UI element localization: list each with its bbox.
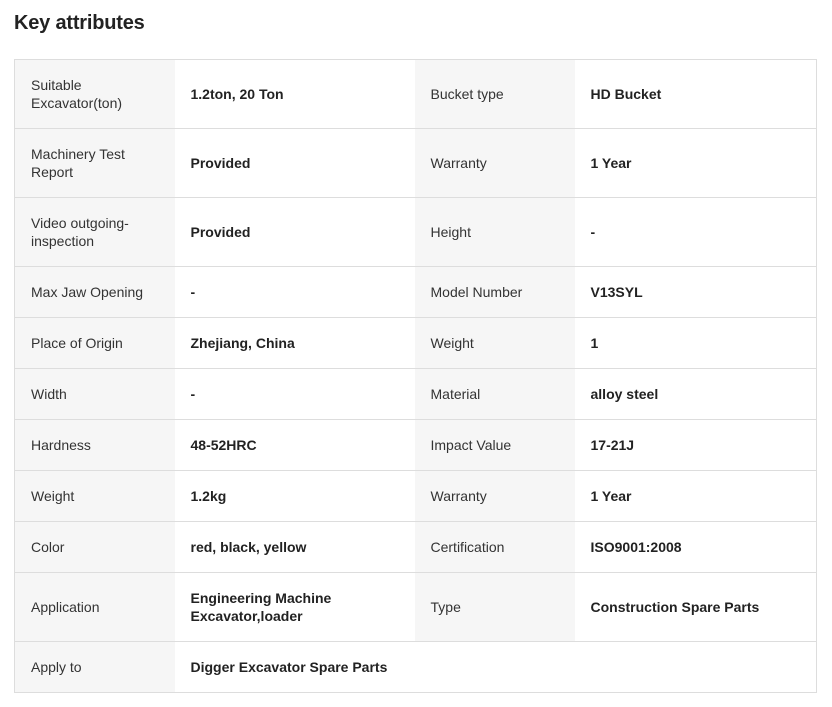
attribute-value: HD Bucket [574,59,817,129]
page-title: Key attributes [14,12,145,34]
attribute-label: Model Number [414,266,575,318]
table-row: Suitable Excavator(ton) 1.2ton, 20 Ton B… [14,59,817,129]
attribute-label: Apply to [14,641,175,693]
attribute-value: 17-21J [574,419,817,471]
attribute-value: 48-52HRC [174,419,415,471]
table-row: Machinery Test Report Provided Warranty … [14,128,817,198]
attribute-label: Bucket type [414,59,575,129]
attribute-value: Construction Spare Parts [574,572,817,642]
attribute-value: - [174,266,415,318]
attribute-label: Color [14,521,175,573]
attribute-label: Warranty [414,128,575,198]
attribute-value: red, black, yellow [174,521,415,573]
attribute-value: 1.2kg [174,470,415,522]
attribute-value: 1.2ton, 20 Ton [174,59,415,129]
attribute-label: Machinery Test Report [14,128,175,198]
attribute-label: Weight [414,317,575,369]
attribute-value: - [174,368,415,420]
attribute-label: Warranty [414,470,575,522]
attribute-value: ISO9001:2008 [574,521,817,573]
attribute-label: Width [14,368,175,420]
attribute-value: Digger Excavator Spare Parts [174,641,817,693]
attribute-value: Provided [174,197,415,267]
attribute-value: - [574,197,817,267]
attribute-label: Weight [14,470,175,522]
attribute-value: Engineering Machine Excavator,loader [174,572,415,642]
attribute-label: Type [414,572,575,642]
attribute-label: Certification [414,521,575,573]
table-row: Width - Material alloy steel [14,368,817,420]
table-row: Hardness 48-52HRC Impact Value 17-21J [14,419,817,471]
attribute-value: V13SYL [574,266,817,318]
table-row: Max Jaw Opening - Model Number V13SYL [14,266,817,318]
attribute-label: Video outgoing-inspection [14,197,175,267]
attribute-value: 1 Year [574,470,817,522]
table-row: Apply to Digger Excavator Spare Parts [14,641,817,693]
table-row: Color red, black, yellow Certification I… [14,521,817,573]
attribute-label: Application [14,572,175,642]
attribute-label: Height [414,197,575,267]
attribute-label: Max Jaw Opening [14,266,175,318]
attribute-value: 1 [574,317,817,369]
attribute-label: Impact Value [414,419,575,471]
key-attributes-table: Suitable Excavator(ton) 1.2ton, 20 Ton B… [14,59,817,693]
attribute-value: Provided [174,128,415,198]
table-row: Weight 1.2kg Warranty 1 Year [14,470,817,522]
attribute-value: Zhejiang, China [174,317,415,369]
table-row: Video outgoing-inspection Provided Heigh… [14,197,817,267]
attribute-value: 1 Year [574,128,817,198]
attribute-label: Hardness [14,419,175,471]
attribute-label: Suitable Excavator(ton) [14,59,175,129]
table-row: Application Engineering Machine Excavato… [14,572,817,642]
attribute-label: Place of Origin [14,317,175,369]
attribute-value: alloy steel [574,368,817,420]
attribute-label: Material [414,368,575,420]
table-row: Place of Origin Zhejiang, China Weight 1 [14,317,817,369]
